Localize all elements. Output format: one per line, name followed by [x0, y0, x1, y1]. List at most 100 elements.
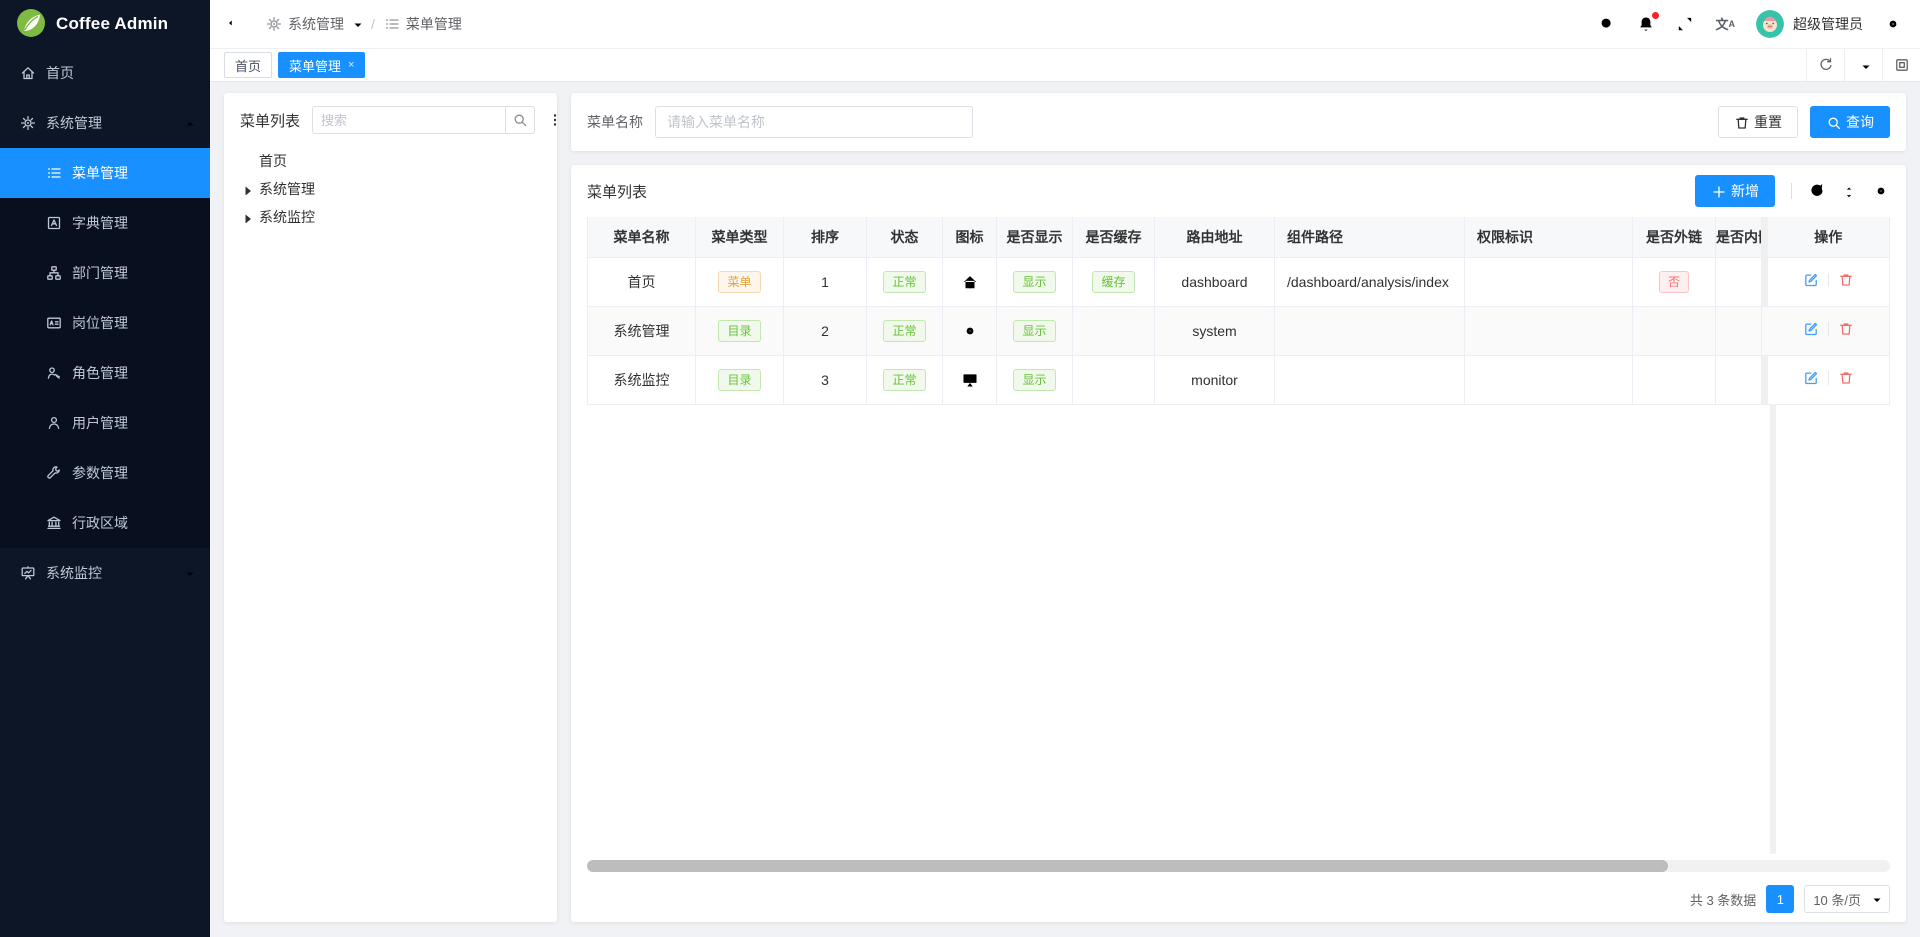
app-title: Coffee Admin [56, 14, 168, 34]
query-field-label: 菜单名称 [587, 112, 643, 132]
tree-panel-header: 菜单列表 [240, 106, 541, 134]
sidebar-item-monitor[interactable]: 系统监控 [0, 548, 210, 598]
cell-menu-name: 系统管理 [588, 306, 696, 355]
refresh-icon[interactable] [1808, 182, 1826, 200]
table-row[interactable]: 系统管理 目录 2 正常 显示 system [588, 306, 1890, 355]
menu-list-card: 菜单列表 新增 [571, 165, 1906, 922]
row-density-icon[interactable] [1840, 182, 1858, 200]
notification-bell-icon[interactable] [1637, 15, 1655, 33]
menu-type-tag: 菜单 [718, 271, 760, 293]
search-icon[interactable] [1598, 15, 1616, 33]
card-title: 菜单列表 [587, 181, 647, 202]
page-1-button[interactable]: 1 [1766, 885, 1794, 913]
sidebar-item-home[interactable]: 首页 [0, 48, 210, 98]
table-row[interactable]: 首页 菜单 1 正常 显示 缓存 dashboard /dashboard/an… [588, 257, 1890, 306]
breadcrumb-section[interactable]: 系统管理 [266, 14, 362, 34]
idcard-icon [46, 315, 62, 331]
edit-icon[interactable] [1803, 272, 1819, 288]
column-header: 是否外链 [1633, 217, 1716, 257]
breadcrumb: 系统管理 / 菜单管理 [266, 14, 462, 34]
sidebar-item-label: 菜单管理 [72, 163, 128, 183]
notification-badge [1652, 12, 1659, 19]
topbar-actions: 文A 超级管理员 [1598, 10, 1902, 38]
caret-right-icon[interactable] [240, 183, 252, 195]
sidebar-item-label: 行政区域 [72, 513, 128, 533]
delete-trash-icon[interactable] [1838, 370, 1854, 386]
tree-node-system[interactable]: 系统管理 [240, 175, 541, 203]
fullscreen-icon[interactable] [1676, 15, 1694, 33]
sidebar-item-label: 角色管理 [72, 363, 128, 383]
divider [1828, 322, 1829, 336]
tab-bar: 首页 菜单管理 × [210, 48, 1920, 82]
visible-tag: 显示 [1013, 271, 1055, 293]
user-menu[interactable]: 超级管理员 [1756, 10, 1863, 38]
column-settings-gear-icon[interactable] [1872, 182, 1890, 200]
user-icon [46, 415, 62, 431]
menu-tree: 首页 系统管理 系统监控 [240, 147, 541, 231]
delete-trash-icon[interactable] [1838, 272, 1854, 288]
plus-icon [1711, 184, 1725, 198]
chevron-down-icon [350, 16, 362, 32]
tree-search [312, 106, 535, 134]
caret-right-icon[interactable] [240, 211, 252, 223]
horizontal-scrollbar-track[interactable] [587, 860, 1890, 872]
column-header: 图标 [943, 217, 997, 257]
sidebar-item-label: 部门管理 [72, 263, 128, 283]
bank-icon [46, 515, 62, 531]
menu-fold-icon[interactable] [226, 13, 246, 36]
maximize-icon[interactable] [1882, 49, 1920, 81]
menu-name-input[interactable] [655, 106, 973, 138]
external-tag: 否 [1659, 271, 1689, 293]
vertical-scrollbar-track[interactable] [1770, 404, 1776, 854]
pagination-total: 共 3 条数据 [1690, 890, 1756, 909]
kebab-menu-icon[interactable] [547, 112, 563, 128]
status-tag: 正常 [883, 271, 925, 293]
cell-route: dashboard [1155, 257, 1275, 306]
edit-icon[interactable] [1803, 370, 1819, 386]
tab-menu-mgmt[interactable]: 菜单管理 × [278, 52, 365, 78]
sidebar-item-param-mgmt[interactable]: 参数管理 [0, 448, 210, 498]
tree-node-monitor[interactable]: 系统监控 [240, 203, 541, 231]
sidebar-item-dict-mgmt[interactable]: 字典管理 [0, 198, 210, 248]
refresh-icon[interactable] [1806, 49, 1844, 81]
tree-search-input[interactable] [312, 106, 505, 134]
reset-button[interactable]: 重置 [1718, 106, 1798, 138]
divider [1791, 183, 1792, 199]
visible-tag: 显示 [1013, 320, 1055, 342]
sidebar-item-label: 岗位管理 [72, 313, 128, 333]
add-button[interactable]: 新增 [1695, 175, 1775, 207]
tree-panel-title: 菜单列表 [240, 110, 300, 131]
visible-tag: 显示 [1013, 369, 1055, 391]
card-header: 菜单列表 新增 [587, 165, 1890, 217]
sidebar-item-dept-mgmt[interactable]: 部门管理 [0, 248, 210, 298]
tab-home[interactable]: 首页 [224, 52, 272, 78]
role-key-icon [46, 365, 62, 381]
sidebar-item-system[interactable]: 系统管理 [0, 98, 210, 148]
tree-node-home[interactable]: 首页 [240, 147, 541, 175]
add-button-label: 新增 [1731, 181, 1759, 201]
wrench-icon [46, 465, 62, 481]
chevron-down-icon[interactable] [1844, 49, 1882, 81]
sidebar-item-menu-mgmt[interactable]: 菜单管理 [0, 148, 210, 198]
translate-icon[interactable]: 文A [1715, 18, 1735, 31]
horizontal-scrollbar-thumb[interactable] [587, 860, 1668, 872]
org-chart-icon [46, 265, 62, 281]
sidebar-item-admin-region[interactable]: 行政区域 [0, 498, 210, 548]
cell-route: system [1155, 306, 1275, 355]
gear-icon [20, 115, 36, 131]
tree-node-label: 系统监控 [259, 207, 315, 227]
table-row[interactable]: 系统监控 目录 3 正常 显示 monitor [588, 355, 1890, 404]
cell-component: /dashboard/analysis/index [1275, 257, 1465, 306]
delete-trash-icon[interactable] [1838, 321, 1854, 337]
sidebar-item-post-mgmt[interactable]: 岗位管理 [0, 298, 210, 348]
sidebar-item-label: 字典管理 [72, 213, 128, 233]
sidebar-item-role-mgmt[interactable]: 角色管理 [0, 348, 210, 398]
settings-gear-icon[interactable] [1884, 15, 1902, 33]
chevron-up-icon [182, 115, 194, 131]
tab-close-icon[interactable]: × [348, 60, 354, 71]
page-size-select[interactable]: 10 条/页 [1804, 885, 1890, 913]
sidebar-item-user-mgmt[interactable]: 用户管理 [0, 398, 210, 448]
search-button[interactable]: 查询 [1810, 106, 1890, 138]
tree-search-button[interactable] [505, 106, 535, 134]
edit-icon[interactable] [1803, 321, 1819, 337]
